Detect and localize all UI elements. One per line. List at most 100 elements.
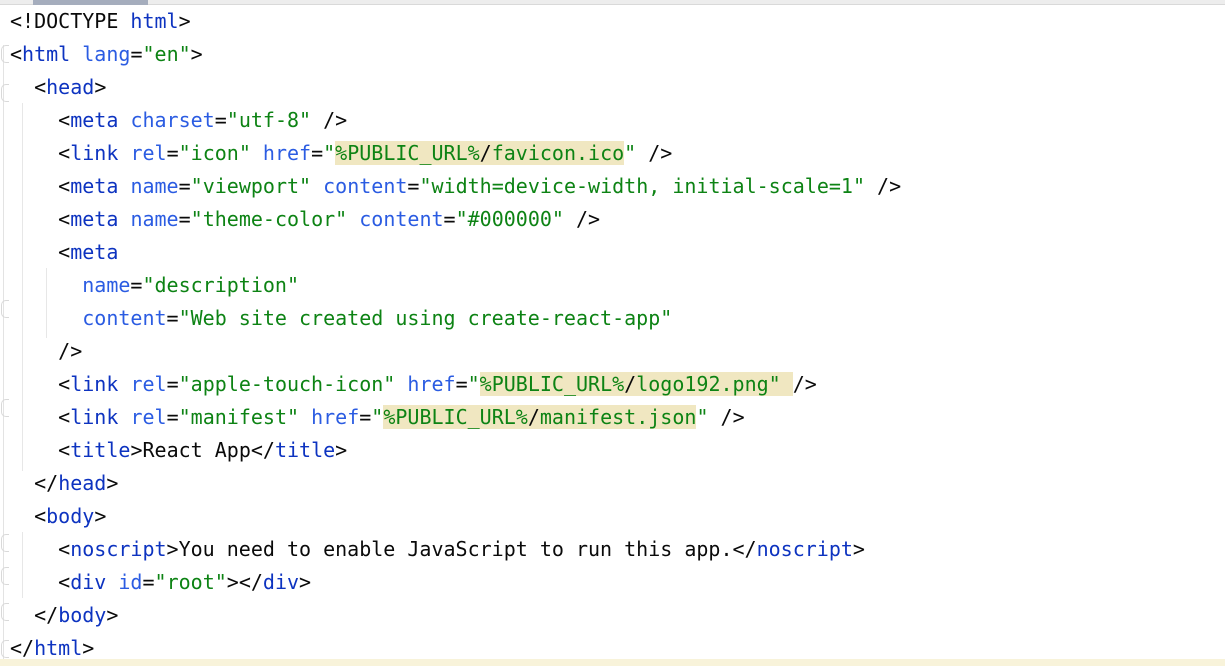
code-line[interactable]: <meta	[10, 236, 901, 269]
code-token	[251, 141, 263, 165]
code-token	[10, 372, 58, 396]
highlighted-token: "	[769, 372, 781, 396]
code-token: lang	[82, 42, 130, 66]
code-token: meta	[70, 174, 118, 198]
code-token: >	[106, 603, 118, 627]
code-token	[10, 471, 34, 495]
code-token	[865, 174, 877, 198]
highlighted-token: /	[528, 405, 540, 429]
highlighted-token	[781, 372, 793, 396]
code-token: >	[94, 75, 106, 99]
code-line[interactable]: </body>	[10, 599, 901, 632]
code-token: div	[70, 570, 106, 594]
code-line[interactable]: </head>	[10, 467, 901, 500]
code-area[interactable]: <!DOCTYPE html><html lang="en"> <head> <…	[10, 5, 901, 665]
code-line[interactable]: <meta name="viewport" content="width=dev…	[10, 170, 901, 203]
fold-marker[interactable]	[1, 603, 9, 621]
code-line[interactable]: />	[10, 335, 901, 368]
code-token: =	[359, 405, 371, 429]
code-token	[10, 240, 58, 264]
code-line[interactable]: content="Web site created using create-r…	[10, 302, 901, 335]
highlighted-token: favicon.ico	[492, 141, 624, 165]
code-line[interactable]: <title>React App</title>	[10, 434, 901, 467]
code-token: >	[130, 438, 142, 462]
code-token: =	[167, 372, 179, 396]
code-token: meta	[70, 207, 118, 231]
code-line[interactable]: <html lang="en">	[10, 38, 901, 71]
code-line[interactable]: <link rel="manifest" href="%PUBLIC_URL%/…	[10, 401, 901, 434]
code-token: >	[82, 636, 94, 660]
code-token: =	[179, 174, 191, 198]
code-token: head	[58, 471, 106, 495]
code-token: "viewport"	[191, 174, 311, 198]
code-token: <	[58, 570, 70, 594]
fold-marker[interactable]	[1, 534, 9, 552]
code-line[interactable]: <div id="root"></div>	[10, 566, 901, 599]
code-token	[118, 207, 130, 231]
code-token: <!DOCTYPE	[10, 9, 130, 33]
fold-marker[interactable]	[1, 640, 9, 658]
code-line[interactable]: <meta name="theme-color" content="#00000…	[10, 203, 901, 236]
highlighted-token: %PUBLIC_URL%	[335, 141, 480, 165]
code-token	[10, 174, 58, 198]
code-token	[395, 372, 407, 396]
code-line[interactable]: <noscript>You need to enable JavaScript …	[10, 533, 901, 566]
code-token: >	[179, 9, 191, 33]
code-token: "	[371, 405, 383, 429]
code-token: <	[58, 405, 70, 429]
code-token: <	[58, 108, 70, 132]
code-token: link	[70, 405, 118, 429]
code-token: =	[142, 570, 154, 594]
code-token: href	[407, 372, 455, 396]
code-token: =	[444, 207, 456, 231]
code-token	[118, 141, 130, 165]
code-token: <	[34, 75, 46, 99]
code-token: "	[624, 141, 636, 165]
code-token: =	[179, 207, 191, 231]
code-token	[10, 504, 34, 528]
code-token	[10, 570, 58, 594]
code-token: "theme-color"	[191, 207, 348, 231]
code-line[interactable]: <body>	[10, 500, 901, 533]
fold-marker[interactable]	[1, 45, 9, 63]
code-line[interactable]: <link rel="icon" href="%PUBLIC_URL%/favi…	[10, 137, 901, 170]
fold-marker[interactable]	[1, 567, 9, 585]
code-token: ></	[227, 570, 263, 594]
code-token: =	[456, 372, 468, 396]
code-token: "utf-8"	[227, 108, 311, 132]
code-token: link	[70, 372, 118, 396]
code-line[interactable]: <head>	[10, 71, 901, 104]
code-token: />	[648, 141, 672, 165]
code-token	[10, 537, 58, 561]
code-token	[10, 438, 58, 462]
code-token: html	[130, 9, 178, 33]
code-token: title	[275, 438, 335, 462]
fold-marker[interactable]	[1, 399, 9, 417]
code-token: =	[407, 174, 419, 198]
code-token: =	[311, 141, 323, 165]
code-token: >	[94, 504, 106, 528]
code-editor: <!DOCTYPE html><html lang="en"> <head> <…	[0, 0, 1225, 666]
code-token: =	[167, 141, 179, 165]
code-token: html	[34, 636, 82, 660]
code-token: name	[82, 273, 130, 297]
code-line[interactable]: <link rel="apple-touch-icon" href="%PUBL…	[10, 368, 901, 401]
code-token: html	[22, 42, 70, 66]
code-token	[708, 405, 720, 429]
code-token: meta	[70, 108, 118, 132]
fold-marker[interactable]	[1, 300, 9, 318]
fold-marker[interactable]	[1, 84, 9, 102]
code-token: =	[167, 405, 179, 429]
code-token: >	[853, 537, 865, 561]
code-token: />	[323, 108, 347, 132]
code-token: "	[323, 141, 335, 165]
code-line[interactable]: <meta charset="utf-8" />	[10, 104, 901, 137]
code-line[interactable]: <!DOCTYPE html>	[10, 5, 901, 38]
code-line[interactable]: name="description"	[10, 269, 901, 302]
code-token: >	[106, 471, 118, 495]
code-token	[118, 174, 130, 198]
code-token: meta	[70, 240, 118, 264]
code-token	[564, 207, 576, 231]
code-token: title	[70, 438, 130, 462]
code-token: >	[335, 438, 347, 462]
